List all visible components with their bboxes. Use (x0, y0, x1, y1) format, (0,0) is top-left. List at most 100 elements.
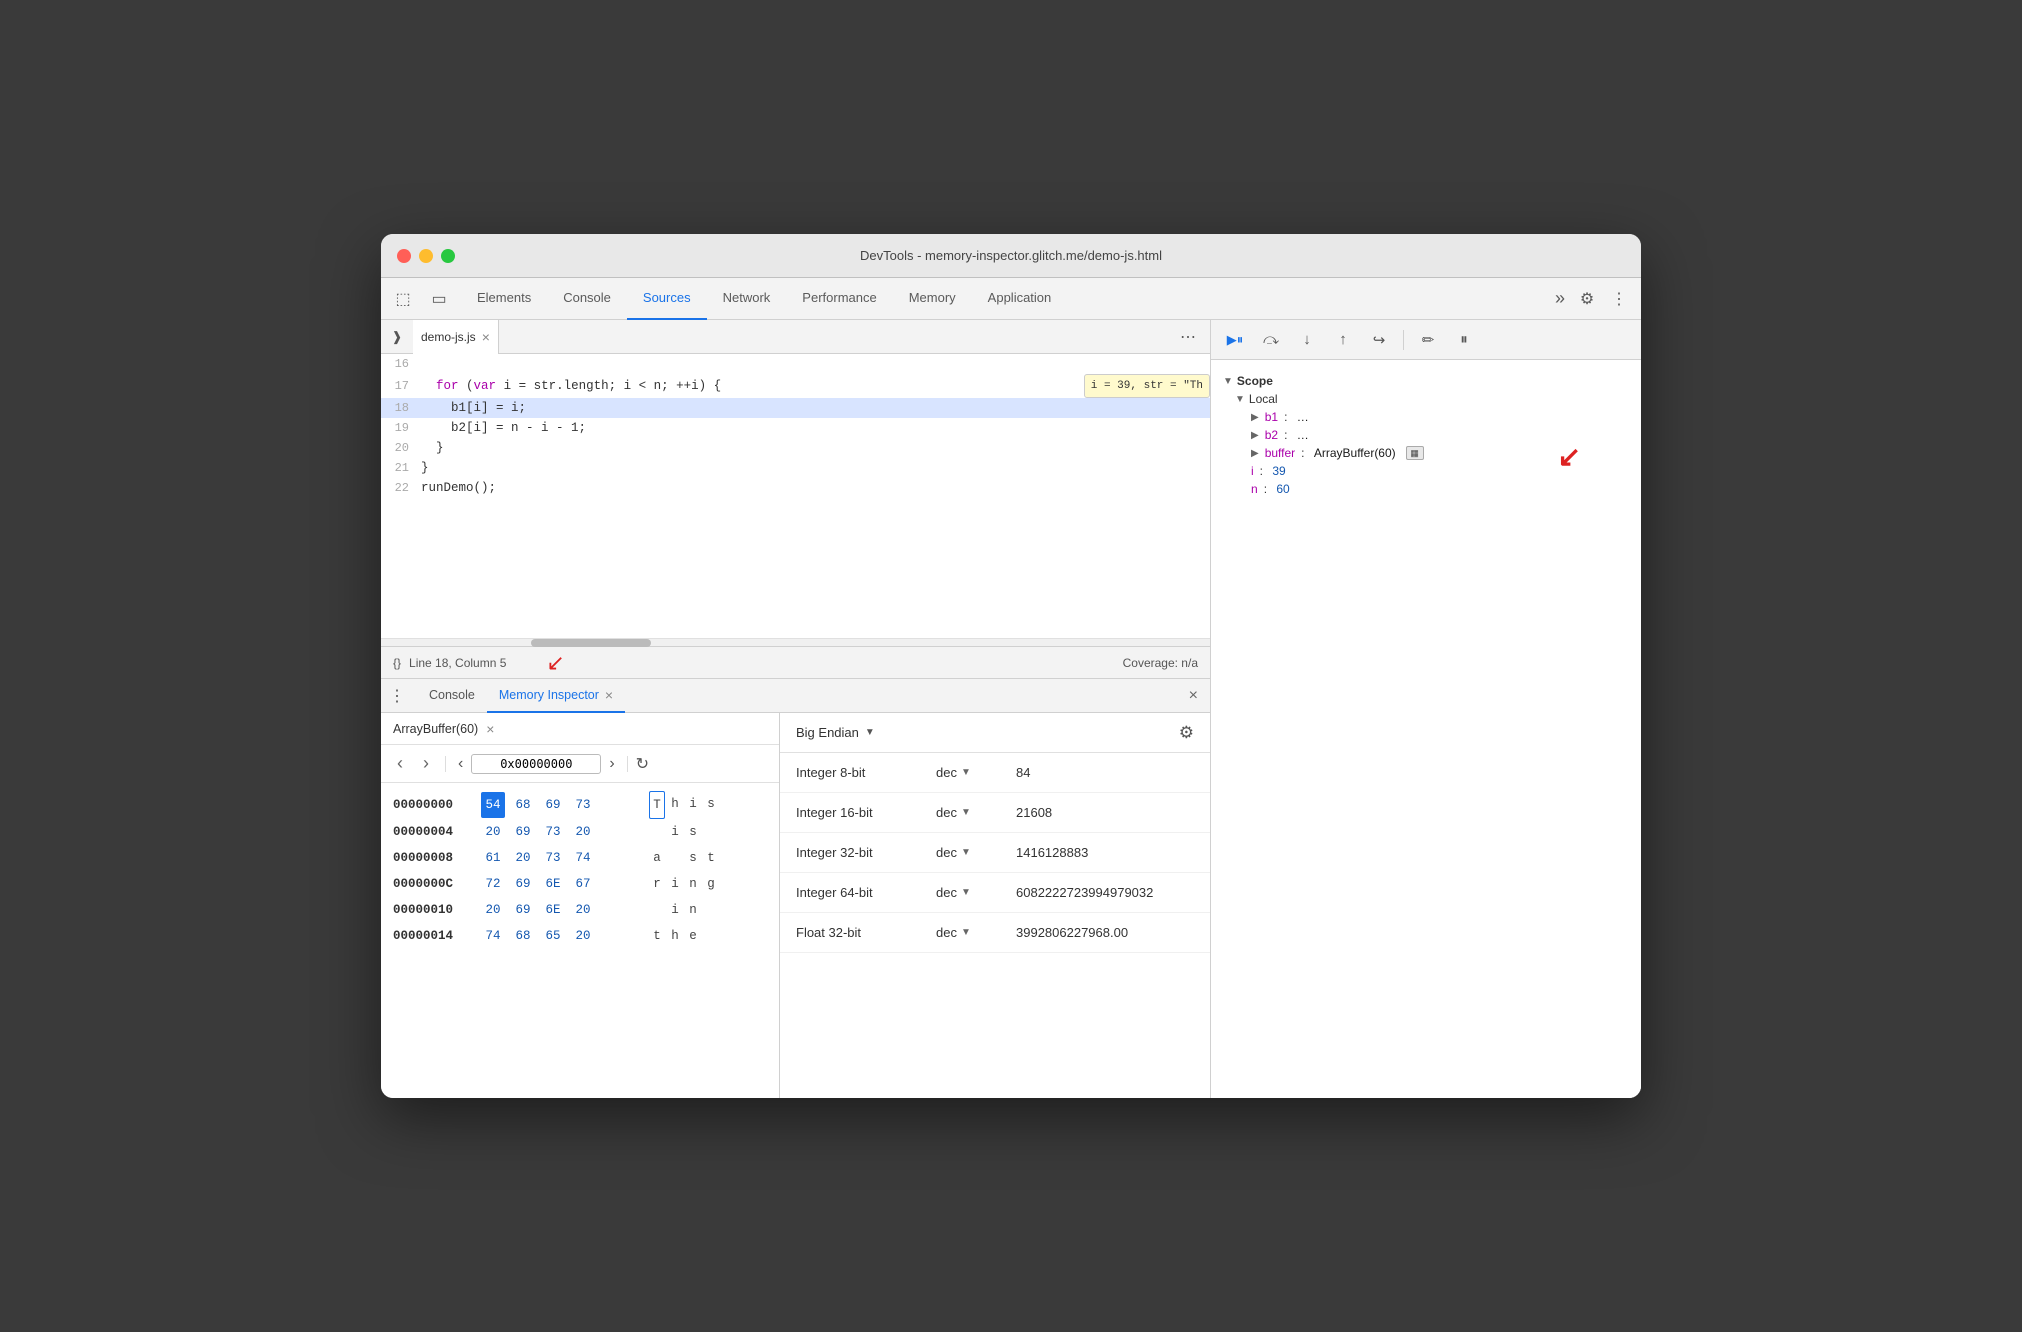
arraybuffer-tab-close[interactable]: × (486, 721, 494, 737)
prev-addr[interactable]: ‹ (454, 755, 467, 773)
tab-icon-group: ⬚ ▭ (389, 285, 453, 313)
window-title: DevTools - memory-inspector.glitch.me/de… (860, 248, 1162, 263)
tab-more-button[interactable]: » (1547, 288, 1573, 309)
next-addr[interactable]: › (605, 755, 618, 773)
memory-hex-panel: ArrayBuffer(60) × ‹ › ‹ › (381, 713, 780, 1098)
horizontal-scrollbar[interactable] (381, 638, 1210, 646)
bottom-panel: ⋮ Console Memory Inspector × × (381, 678, 1210, 1098)
cursor-icon[interactable]: ⬚ (389, 285, 417, 313)
top-tab-bar: ⬚ ▭ Elements Console Sources Network Per… (381, 278, 1641, 320)
hex-row-3: 0000000C 72 69 6E 67 r (393, 871, 767, 897)
more-sources-icon[interactable]: ⋯ (1174, 323, 1202, 351)
format-float32[interactable]: dec ▼ (936, 925, 1016, 940)
forward-btn[interactable]: › (415, 753, 437, 775)
main-tab-list: Elements Console Sources Network Perform… (461, 278, 1547, 320)
tab-elements[interactable]: Elements (461, 278, 547, 320)
format-caret-int32: ▼ (961, 847, 971, 858)
format-int16[interactable]: dec ▼ (936, 805, 1016, 820)
debug-sep (1403, 330, 1404, 350)
code-editor: 16 17 for (var i = str.length; i < n; ++… (381, 354, 1210, 638)
traffic-lights (397, 249, 455, 263)
scope-title[interactable]: ▼ Scope (1223, 372, 1629, 390)
tab-performance[interactable]: Performance (786, 278, 892, 320)
tab-sources[interactable]: Sources (627, 278, 707, 320)
endian-label: Big Endian (796, 725, 859, 740)
scope-panel: ↙ ▼ Scope ▼ Local ▶ b1 (1211, 360, 1641, 1098)
more-options-icon[interactable]: ⋮ (1605, 285, 1633, 313)
format-caret-float32: ▼ (961, 927, 971, 938)
code-line-17: 17 for (var i = str.length; i < n; ++i) … (381, 374, 1210, 398)
tab-application[interactable]: Application (972, 278, 1068, 320)
data-type-int8: Integer 8-bit dec ▼ 84 (780, 753, 1210, 793)
scope-item-b1: ▶ b1 : … (1223, 408, 1629, 426)
file-tab-demo-js[interactable]: demo-js.js × (413, 320, 499, 354)
memory-settings-icon[interactable]: ⚙ (1179, 723, 1194, 743)
endian-toolbar: Big Endian ▼ ⚙ (780, 713, 1210, 753)
file-tab-close[interactable]: × (482, 329, 490, 345)
memory-inspector-content: ArrayBuffer(60) × ‹ › ‹ › (381, 713, 1210, 1098)
pause-on-exceptions-btn[interactable]: ⏸ (1448, 326, 1480, 354)
resume-btn[interactable]: ▶⏸ (1219, 326, 1251, 354)
code-line-16: 16 (381, 354, 1210, 374)
scope-item-buffer: ▶ buffer : ArrayBuffer(60) ▦ (1223, 444, 1629, 462)
hex-row-2: 00000008 61 20 73 74 a (393, 845, 767, 871)
bottom-tab-menu-icon[interactable]: ⋮ (389, 686, 409, 706)
devtools-body: ⬚ ▭ Elements Console Sources Network Per… (381, 278, 1641, 1098)
back-btn[interactable]: ‹ (389, 753, 411, 775)
top-tab-right-icons: ⚙ ⋮ (1573, 285, 1633, 313)
step-into-btn[interactable]: ↓ (1291, 326, 1323, 354)
tab-network[interactable]: Network (707, 278, 787, 320)
step-btn[interactable]: ↪ (1363, 326, 1395, 354)
main-area: ❱ demo-js.js × ⋯ 16 (381, 320, 1641, 1098)
format-int64[interactable]: dec ▼ (936, 885, 1016, 900)
data-type-int32: Integer 32-bit dec ▼ 1416128883 (780, 833, 1210, 873)
memory-types-panel: Big Endian ▼ ⚙ Integer 8-bit (780, 713, 1210, 1098)
close-button[interactable] (397, 249, 411, 263)
tab-memory[interactable]: Memory (893, 278, 972, 320)
deactivate-breakpoints-btn[interactable]: ✏ (1412, 326, 1444, 354)
endian-dropdown[interactable]: Big Endian ▼ (796, 725, 875, 740)
scope-item-i: i : 39 (1223, 462, 1629, 480)
hex-dump: 00000000 54 68 69 73 T (381, 783, 779, 1098)
tab-memory-inspector[interactable]: Memory Inspector × (487, 679, 625, 713)
file-tab-bar: ❱ demo-js.js × ⋯ (381, 320, 1210, 354)
hex-row-1: 00000004 20 69 73 20 (393, 819, 767, 845)
maximize-button[interactable] (441, 249, 455, 263)
step-out-btn[interactable]: ↑ (1327, 326, 1359, 354)
data-type-int16: Integer 16-bit dec ▼ 21608 (780, 793, 1210, 833)
address-input[interactable] (471, 754, 601, 774)
refresh-btn[interactable]: ↻ (636, 754, 649, 774)
format-caret-int64: ▼ (961, 887, 971, 898)
code-line-20: 20 } (381, 438, 1210, 458)
scrollbar-thumb[interactable] (531, 639, 651, 647)
hex-row-4: 00000010 20 69 6E 20 (393, 897, 767, 923)
devtools-window: DevTools - memory-inspector.glitch.me/de… (381, 234, 1641, 1098)
b2-expand-icon[interactable]: ▶ (1251, 430, 1259, 441)
format-int32[interactable]: dec ▼ (936, 845, 1016, 860)
code-line-21: 21 } (381, 458, 1210, 478)
arraybuffer-tab[interactable]: ArrayBuffer(60) (393, 722, 478, 736)
minimize-button[interactable] (419, 249, 433, 263)
b1-expand-icon[interactable]: ▶ (1251, 412, 1259, 423)
code-line-18: 18 b1[i] = i; (381, 398, 1210, 418)
step-over-btn[interactable]: ⤼ (1255, 326, 1287, 354)
hex-byte-selected[interactable]: 54 (481, 792, 505, 818)
debug-tooltip: i = 39, str = "Th (1084, 374, 1210, 398)
format-icon[interactable]: {} (393, 656, 401, 670)
format-int8[interactable]: dec ▼ (936, 765, 1016, 780)
device-icon[interactable]: ▭ (425, 285, 453, 313)
tab-console-bottom[interactable]: Console (417, 679, 487, 713)
local-scope-label[interactable]: ▼ Local (1223, 390, 1629, 408)
file-tab-right: ⋯ (1174, 323, 1202, 351)
code-line-22: 22 runDemo(); (381, 478, 1210, 498)
scope-triangle: ▼ (1223, 376, 1233, 387)
sidebar-toggle-icon[interactable]: ❱ (385, 325, 409, 349)
scope-section: ▼ Scope ▼ Local ▶ b1 : … (1211, 368, 1641, 502)
tab-memory-inspector-close[interactable]: × (605, 687, 613, 703)
bottom-panel-close[interactable]: × (1189, 687, 1198, 705)
bottom-tab-bar: ⋮ Console Memory Inspector × × (381, 679, 1210, 713)
tab-console[interactable]: Console (547, 278, 627, 320)
buffer-expand-icon[interactable]: ▶ (1251, 448, 1259, 459)
memory-inspect-icon[interactable]: ▦ (1406, 446, 1424, 460)
settings-icon[interactable]: ⚙ (1573, 285, 1601, 313)
